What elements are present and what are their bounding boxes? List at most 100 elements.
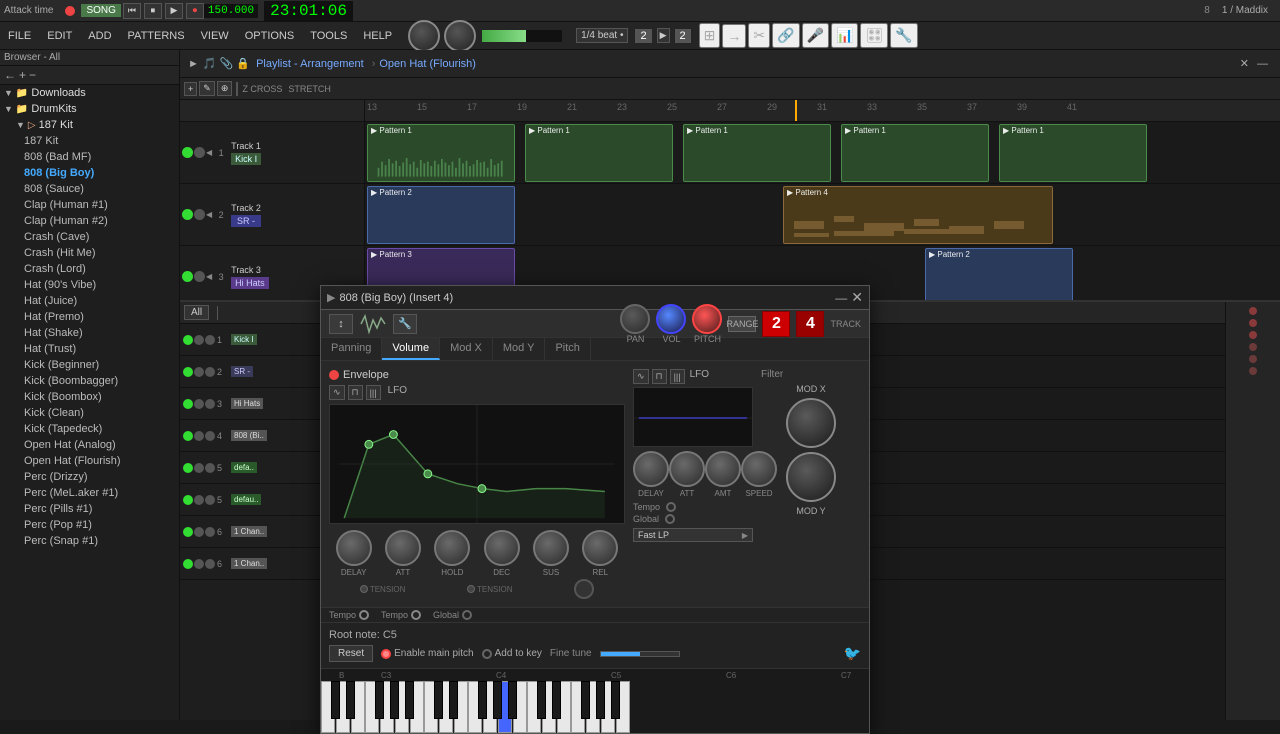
tab-panning[interactable]: Panning — [321, 338, 382, 360]
piano-key-22[interactable] — [508, 681, 517, 719]
seq-4-name[interactable]: 808 (Bi.. — [231, 430, 267, 441]
browser-item-perc-snap[interactable]: Perc (Snap #1) — [0, 533, 179, 549]
pattern-block-3-2[interactable]: ▶ Pattern 2 — [925, 248, 1073, 300]
lfo-shape-2[interactable]: ⊓ — [652, 369, 667, 384]
piano-key-30[interactable] — [581, 681, 590, 719]
browser-item-hat-shake[interactable]: Hat (Shake) — [0, 325, 179, 341]
pattern-block-1-4[interactable]: ▶ Pattern 1 — [841, 124, 989, 182]
lfo-shape-1[interactable]: ∿ — [633, 369, 649, 384]
browser-item-808-big[interactable]: 808 (Big Boy) — [0, 165, 179, 181]
browser-add[interactable]: + — [19, 68, 26, 82]
browser-item-187kit[interactable]: ▼ ▷ 187 Kit — [0, 117, 179, 133]
filter-mod-y-knob[interactable] — [786, 452, 836, 502]
env-tempo-radio[interactable] — [359, 610, 369, 620]
browser-item-kick-clean[interactable]: Kick (Clean) — [0, 405, 179, 421]
menu-help[interactable]: HELP — [355, 26, 400, 46]
seq-3-led[interactable] — [183, 399, 193, 409]
seq-5a-mute[interactable] — [194, 463, 204, 473]
all-button[interactable]: All — [184, 305, 209, 320]
fast-lp-selector[interactable]: Fast LP ▶ — [633, 528, 753, 542]
piano-key-3[interactable] — [346, 681, 355, 719]
fine-tune-slider[interactable] — [600, 651, 680, 657]
seq-4-solo[interactable] — [205, 431, 215, 441]
track-1-mute[interactable]: ◀ — [206, 148, 212, 157]
piano-key-25[interactable] — [537, 681, 546, 719]
seq-2-solo[interactable] — [205, 367, 215, 377]
seq-5b-led[interactable] — [183, 495, 193, 505]
track-1-grey-btn[interactable] — [194, 147, 205, 158]
track-3-grey-btn[interactable] — [194, 271, 205, 282]
browser-item-perc-drizzy[interactable]: Perc (Drizzy) — [0, 469, 179, 485]
seq-5b-solo[interactable] — [205, 495, 215, 505]
vol-knob[interactable] — [656, 304, 686, 334]
browser-item-crash-lord[interactable]: Crash (Lord) — [0, 261, 179, 277]
piano-key-18[interactable] — [478, 681, 487, 719]
global-radio[interactable] — [665, 514, 675, 524]
instrument-minimize[interactable]: — — [835, 291, 847, 305]
browser-item-hat-90s[interactable]: Hat (90's Vibe) — [0, 277, 179, 293]
browser-item-kick-boombox[interactable]: Kick (Boombox) — [0, 389, 179, 405]
record-button[interactable]: ⏺ — [186, 3, 204, 19]
piano-key-8[interactable] — [390, 681, 399, 719]
tab-mod-y[interactable]: Mod Y — [493, 338, 546, 360]
seq-5b-name[interactable]: defau.. — [231, 494, 261, 505]
arrow-button[interactable]: ▶ — [657, 28, 670, 43]
seq-1-mute[interactable] — [194, 335, 204, 345]
envelope-graph[interactable] — [329, 404, 625, 524]
hold-knob[interactable] — [434, 530, 470, 566]
piano-key-1[interactable] — [331, 681, 340, 719]
menu-options[interactable]: OPTIONS — [237, 26, 303, 46]
browser-item-808-bad[interactable]: 808 (Bad MF) — [0, 149, 179, 165]
seq-5a-solo[interactable] — [205, 463, 215, 473]
piano-key-27[interactable] — [552, 681, 561, 719]
mixer-btn-5[interactable] — [1249, 355, 1257, 363]
bird-icon[interactable]: 🐦 — [844, 645, 861, 662]
song-button[interactable]: SONG — [81, 4, 120, 17]
seq-4-led[interactable] — [183, 431, 193, 441]
pl-ctrl-btn-2[interactable]: ✎ — [199, 81, 215, 96]
browser-item-hat-trust[interactable]: Hat (Trust) — [0, 341, 179, 357]
browser-item-downloads[interactable]: ▼ 📁 Downloads — [0, 85, 179, 101]
track-1-green-btn[interactable] — [182, 147, 193, 158]
browser-item-kick-beginner[interactable]: Kick (Beginner) — [0, 357, 179, 373]
piano-key-15[interactable] — [449, 681, 458, 719]
pitch-knob[interactable] — [692, 304, 722, 334]
browser-item-perc-pills[interactable]: Perc (Pills #1) — [0, 501, 179, 517]
browser-item-hat-premo[interactable]: Hat (Premo) — [0, 309, 179, 325]
lfo-delay-knob[interactable] — [633, 451, 669, 487]
pan-knob[interactable] — [620, 304, 650, 334]
menu-file[interactable]: FILE — [0, 26, 39, 46]
track-2-name-btn[interactable]: SR - — [231, 215, 261, 227]
mixer-btn-4[interactable] — [1249, 343, 1257, 351]
seq-2-mute[interactable] — [194, 367, 204, 377]
lfo-shape-3[interactable]: ||| — [670, 369, 685, 384]
att-knob[interactable] — [385, 530, 421, 566]
lfo-global-radio-2[interactable] — [462, 610, 472, 620]
stop-button[interactable]: ⏹ — [144, 3, 162, 19]
seq-6a-solo[interactable] — [205, 527, 215, 537]
mixer-btn-6[interactable] — [1249, 367, 1257, 375]
pattern-block-2-1[interactable]: ▶ Pattern 2 — [367, 186, 515, 244]
browser-item-perc-melaker[interactable]: Perc (MeL.aker #1) — [0, 485, 179, 501]
track-3-mute[interactable]: ◀ — [206, 272, 212, 281]
reset-button[interactable]: Reset — [329, 645, 373, 662]
pl-ctrl-btn-1[interactable]: + — [184, 82, 197, 96]
env-shape-3[interactable]: ||| — [366, 385, 381, 400]
piano-key-10[interactable] — [405, 681, 414, 719]
enable-pitch-radio[interactable] — [381, 649, 391, 659]
add-to-key-radio[interactable] — [482, 649, 492, 659]
env-shape-2[interactable]: ⊓ — [348, 385, 363, 400]
menu-tools[interactable]: TOOLS — [302, 26, 355, 46]
menu-edit[interactable]: EDIT — [39, 26, 80, 46]
seq-6a-name[interactable]: 1 Chan.. — [231, 526, 267, 537]
pattern-block-2-2[interactable]: ▶ Pattern 4 — [783, 186, 1053, 244]
playlist-close[interactable]: ✕ — [1240, 57, 1249, 70]
browser-item-openhat-analog[interactable]: Open Hat (Analog) — [0, 437, 179, 453]
inst-waveform-btn[interactable] — [359, 310, 387, 338]
seq-5a-name[interactable]: defa.. — [231, 462, 257, 473]
beat-selector[interactable]: 1/4 beat • — [576, 28, 628, 43]
track-2-green-btn[interactable] — [182, 209, 193, 220]
piano-key-13[interactable] — [434, 681, 443, 719]
metronome-knob[interactable] — [408, 20, 440, 52]
browser-item-187kit-file[interactable]: 187 Kit — [0, 133, 179, 149]
